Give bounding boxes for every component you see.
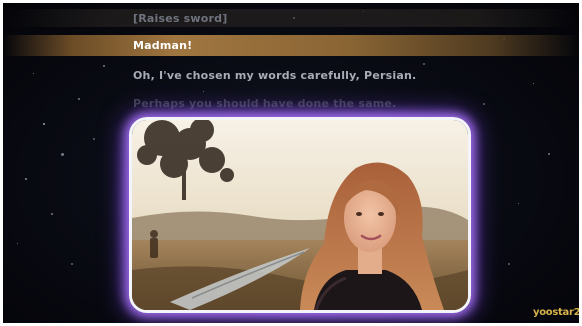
- distant-figure: [150, 230, 158, 258]
- lyric-current-text: Madman!: [133, 39, 193, 52]
- yoostar2-logo: yoostar2: [533, 307, 579, 318]
- video-scene-image: [132, 120, 468, 310]
- game-screen: [Raises sword] Madman! Oh, I've chosen m…: [3, 3, 579, 323]
- lyric-line-current-highlight: Madman!: [3, 35, 579, 56]
- lyric-next-text: Oh, I've chosen my words carefully, Pers…: [133, 69, 417, 82]
- lyric-line-next: Oh, I've chosen my words carefully, Pers…: [3, 67, 579, 85]
- lyric-line-previous: [Raises sword]: [3, 9, 579, 27]
- lyric-previous-text: [Raises sword]: [133, 12, 228, 25]
- video-preview-frame: [129, 117, 471, 313]
